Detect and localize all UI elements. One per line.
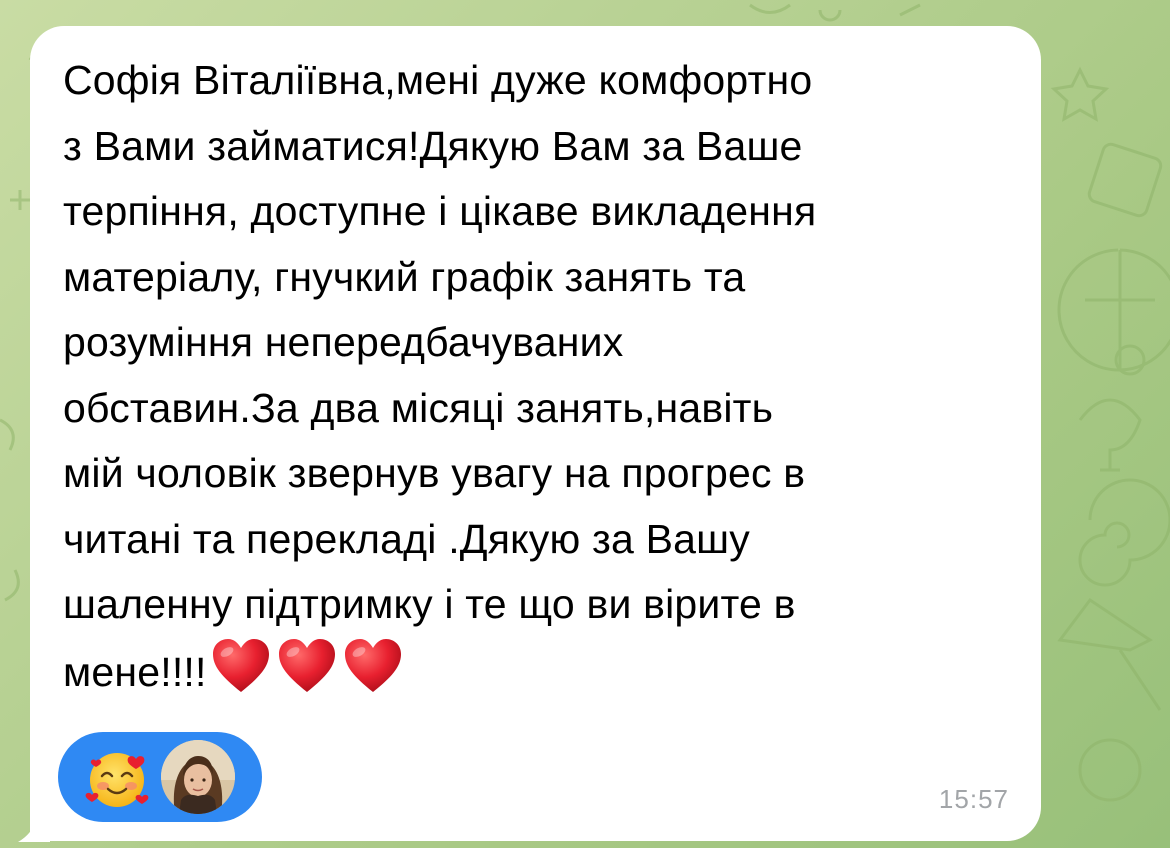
message-bubble[interactable]: Софія Віталіївна,мені дуже комфортно з В… bbox=[30, 26, 1041, 841]
message-text: Софія Віталіївна,мені дуже комфортно з В… bbox=[63, 48, 1023, 705]
avatar[interactable] bbox=[161, 740, 235, 814]
message-timestamp: 15:57 bbox=[938, 784, 1009, 814]
reaction-pill[interactable] bbox=[58, 732, 262, 822]
message-body: Софія Віталіївна,мені дуже комфортно з В… bbox=[63, 57, 817, 695]
heart-icon bbox=[212, 638, 269, 692]
heart-icon bbox=[344, 638, 401, 692]
heart-icon bbox=[278, 638, 335, 692]
message-emojis bbox=[211, 638, 403, 694]
smiling-face-with-hearts-icon bbox=[85, 753, 149, 807]
